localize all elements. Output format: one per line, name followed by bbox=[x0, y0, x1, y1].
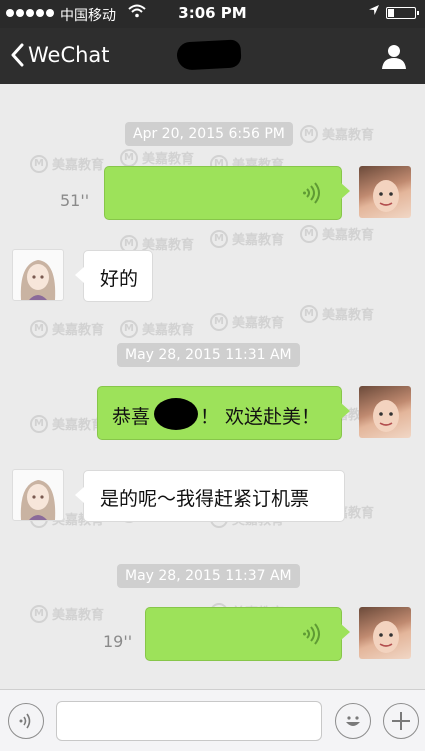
contact-profile-button[interactable] bbox=[380, 42, 408, 70]
emoji-button[interactable] bbox=[335, 703, 371, 739]
watermark: M美嘉教育 bbox=[210, 229, 284, 248]
message-text-after: ！ 欢送赴美！ bbox=[200, 406, 321, 428]
voice-duration: 19'' bbox=[103, 632, 133, 651]
status-bar: 中国移动 3:06 PM bbox=[0, 0, 425, 28]
contact-avatar[interactable] bbox=[12, 249, 64, 301]
watermark: M美嘉教育 bbox=[30, 154, 104, 173]
watermark: M美嘉教育 bbox=[210, 312, 284, 331]
watermark: M美嘉教育 bbox=[30, 604, 104, 623]
back-label: WeChat bbox=[28, 43, 110, 67]
text-message-bubble[interactable]: 好的 bbox=[75, 250, 153, 302]
redacted-contact-name bbox=[176, 39, 242, 71]
watermark: M美嘉教育 bbox=[120, 148, 194, 167]
plus-icon bbox=[392, 712, 410, 730]
emoji-icon bbox=[346, 716, 360, 726]
text-message-bubble[interactable]: 恭喜 ！ 欢送赴美！ bbox=[97, 386, 350, 440]
message-timestamp: Apr 20, 2015 6:56 PM bbox=[125, 122, 293, 146]
redacted-name bbox=[154, 398, 198, 430]
watermark: M美嘉教育 bbox=[120, 319, 194, 338]
message-text: 是的呢～我得赶紧订机票 bbox=[100, 488, 310, 510]
message-timestamp: May 28, 2015 11:31 AM bbox=[117, 343, 300, 367]
person-icon bbox=[382, 45, 406, 69]
watermark: M美嘉教育 bbox=[300, 304, 374, 323]
voice-mode-button[interactable] bbox=[8, 703, 44, 739]
watermark: M美嘉教育 bbox=[30, 414, 104, 433]
status-time: 3:06 PM bbox=[178, 4, 247, 22]
message-input[interactable] bbox=[56, 701, 322, 741]
voice-wave-icon bbox=[303, 623, 320, 645]
watermark: M美嘉教育 bbox=[300, 224, 374, 243]
nav-bar: WeChat bbox=[0, 28, 425, 84]
chevron-left-icon bbox=[11, 43, 24, 67]
more-options-button[interactable] bbox=[383, 703, 419, 739]
back-button[interactable]: WeChat bbox=[10, 40, 110, 70]
voice-mode-icon bbox=[19, 713, 31, 729]
voice-wave-icon bbox=[303, 182, 320, 204]
my-avatar[interactable] bbox=[359, 166, 411, 218]
message-text-before: 恭喜 bbox=[112, 406, 151, 428]
message-timestamp: May 28, 2015 11:37 AM bbox=[117, 564, 300, 588]
voice-message-bubble[interactable] bbox=[145, 607, 350, 661]
message-text: 好的 bbox=[100, 268, 139, 290]
watermark: M美嘉教育 bbox=[30, 319, 104, 338]
my-avatar[interactable] bbox=[359, 386, 411, 438]
battery-icon bbox=[386, 7, 419, 19]
chat-history[interactable]: M美嘉教育 M美嘉教育 M美嘉教育 M美嘉教育 M美嘉教育 M美嘉教育 M美嘉教… bbox=[0, 84, 425, 689]
location-arrow-icon bbox=[368, 4, 380, 20]
watermark: M美嘉教育 bbox=[300, 124, 374, 143]
message-input-bar bbox=[0, 689, 425, 751]
contact-avatar[interactable] bbox=[12, 469, 64, 521]
voice-message-bubble[interactable] bbox=[104, 166, 350, 220]
voice-duration: 51'' bbox=[60, 191, 90, 210]
my-avatar[interactable] bbox=[359, 607, 411, 659]
text-message-bubble[interactable]: 是的呢～我得赶紧订机票 bbox=[75, 470, 345, 522]
